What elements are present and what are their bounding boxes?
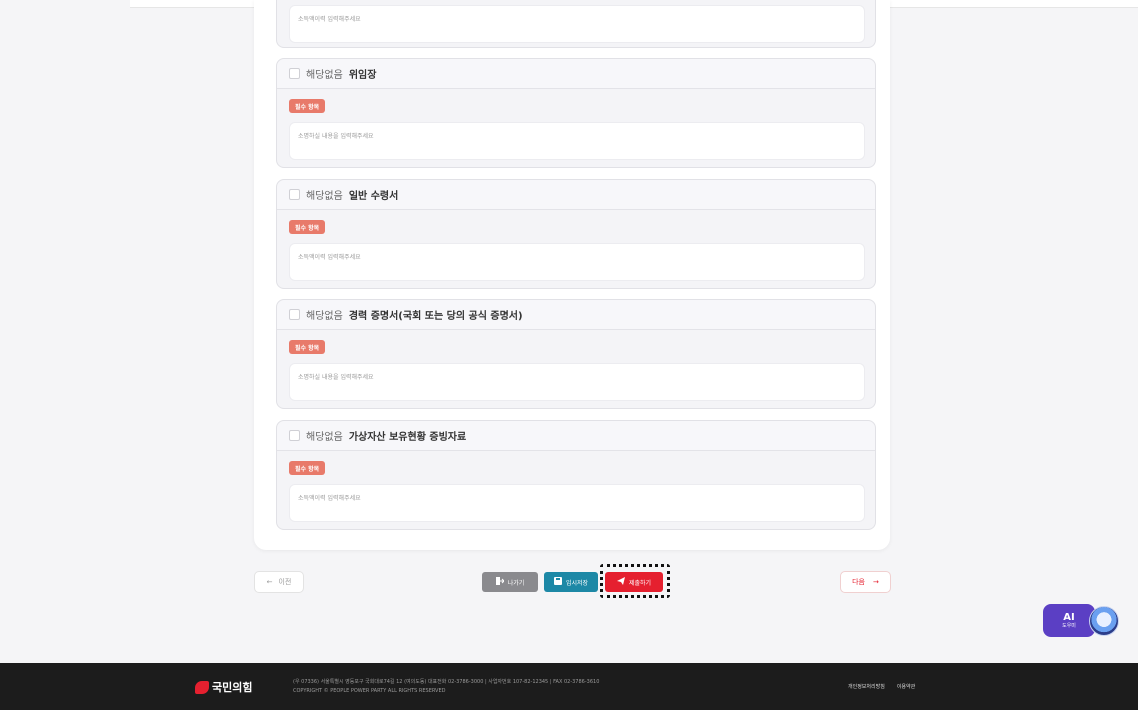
explanation-textarea[interactable]: 소득액이력 입력해주세요 — [289, 484, 865, 522]
form-navigation: ← 이전 나가기 임시저장 제출하기 다음 → — [0, 564, 1138, 598]
not-applicable-checkbox[interactable] — [289, 309, 300, 320]
exit-icon — [495, 577, 505, 587]
section-title: 일반 수령서 — [348, 191, 399, 202]
section-header: 해당없음 가상자산 보유현황 증빙자료 — [277, 421, 875, 451]
required-badge: 필수 항목 — [289, 220, 326, 234]
privacy-policy-link[interactable]: 개인정보처리방침 — [848, 683, 885, 690]
required-badge: 필수 항목 — [289, 340, 326, 354]
arrow-left-icon: ← — [266, 578, 273, 586]
section-title: 경력 증명서(국회 또는 당의 공식 증명서) — [348, 311, 523, 322]
document-section-virtual-assets: 해당없음 가상자산 보유현황 증빙자료 필수 항목 소득액이력 입력해주세요 — [276, 420, 876, 530]
not-applicable-checkbox[interactable] — [289, 189, 300, 200]
explanation-textarea[interactable]: 소명하실 내용을 입력해주세요 — [289, 122, 865, 160]
required-badge: 필수 항목 — [289, 461, 326, 475]
explanation-textarea[interactable]: 소득액이력 입력해주세요 — [289, 243, 865, 281]
section-title: 위임장 — [348, 70, 377, 81]
document-section-receipt: 해당없음 일반 수령서 필수 항목 소득액이력 입력해주세요 — [276, 179, 876, 289]
next-label: 다음 — [852, 578, 865, 586]
not-applicable-checkbox[interactable] — [289, 68, 300, 79]
not-applicable-label: 해당없음 — [306, 432, 343, 443]
exit-label: 나가기 — [507, 579, 525, 587]
arrow-right-icon: → — [873, 578, 879, 586]
document-section-power-of-attorney: 해당없음 위임장 필수 항목 소명하실 내용을 입력해주세요 — [276, 58, 876, 168]
ai-subtitle: 도우미 — [1062, 622, 1076, 629]
section-title: 가상자산 보유현황 증빙자료 — [348, 432, 467, 443]
exit-button[interactable]: 나가기 — [482, 572, 538, 592]
ai-pill: AI 도우미 — [1043, 604, 1095, 637]
section-header: 해당없음 위임장 — [277, 59, 875, 89]
prev-button[interactable]: ← 이전 — [254, 571, 304, 593]
not-applicable-label: 해당없음 — [306, 311, 343, 322]
brand-logo[interactable]: 국민의힘 — [195, 679, 252, 695]
ai-title: AI — [1063, 611, 1075, 623]
party-logo-icon — [195, 680, 209, 694]
next-button[interactable]: 다음 → — [840, 571, 891, 593]
not-applicable-checkbox[interactable] — [289, 430, 300, 441]
robot-icon — [1089, 606, 1119, 636]
footer-links: 개인정보처리방침 이용약관 — [848, 683, 915, 690]
document-section-career-certificate: 해당없음 경력 증명서(국회 또는 당의 공식 증명서) 필수 항목 소명하실 … — [276, 299, 876, 409]
not-applicable-label: 해당없음 — [306, 70, 343, 81]
focus-highlight — [600, 564, 670, 598]
document-section-partial: 소득액이력 입력해주세요 — [276, 0, 876, 48]
section-header: 해당없음 일반 수령서 — [277, 180, 875, 210]
ai-assistant-button[interactable]: AI 도우미 — [1043, 604, 1120, 637]
required-badge: 필수 항목 — [289, 99, 326, 113]
save-label: 임시저장 — [565, 579, 589, 587]
not-applicable-label: 해당없음 — [306, 191, 343, 202]
footer-address: (우 07336) 서울특별시 영등포구 국회대로74길 12 (여의도동) 대… — [293, 679, 600, 685]
explanation-textarea[interactable]: 소득액이력 입력해주세요 — [289, 5, 865, 43]
site-footer: 국민의힘 (우 07336) 서울특별시 영등포구 국회대로74길 12 (여의… — [0, 663, 1138, 710]
save-icon — [553, 577, 562, 587]
terms-link[interactable]: 이용약관 — [897, 683, 915, 690]
save-draft-button[interactable]: 임시저장 — [544, 572, 598, 592]
explanation-textarea[interactable]: 소명하실 내용을 입력해주세요 — [289, 363, 865, 401]
prev-label: 이전 — [278, 578, 292, 586]
brand-name: 국민의힘 — [212, 681, 253, 694]
section-header: 해당없음 경력 증명서(국회 또는 당의 공식 증명서) — [277, 300, 875, 330]
footer-copyright: COPYRIGHT © PEOPLE POWER PARTY ALL RIGHT… — [293, 688, 446, 694]
